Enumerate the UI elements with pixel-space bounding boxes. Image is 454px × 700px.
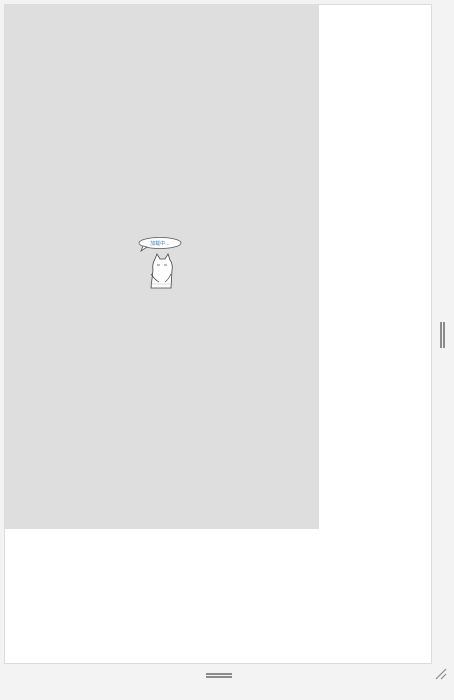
preview-canvas: 加载中... xyxy=(5,4,319,529)
vertical-resize-handle-icon[interactable] xyxy=(439,322,445,348)
bubble-text: 加载中... xyxy=(150,240,170,247)
cat-with-speech-bubble-icon: 加载中... xyxy=(138,237,182,289)
horizontal-resize-handle-icon[interactable] xyxy=(206,672,232,678)
corner-resize-grip-icon[interactable] xyxy=(434,667,448,681)
